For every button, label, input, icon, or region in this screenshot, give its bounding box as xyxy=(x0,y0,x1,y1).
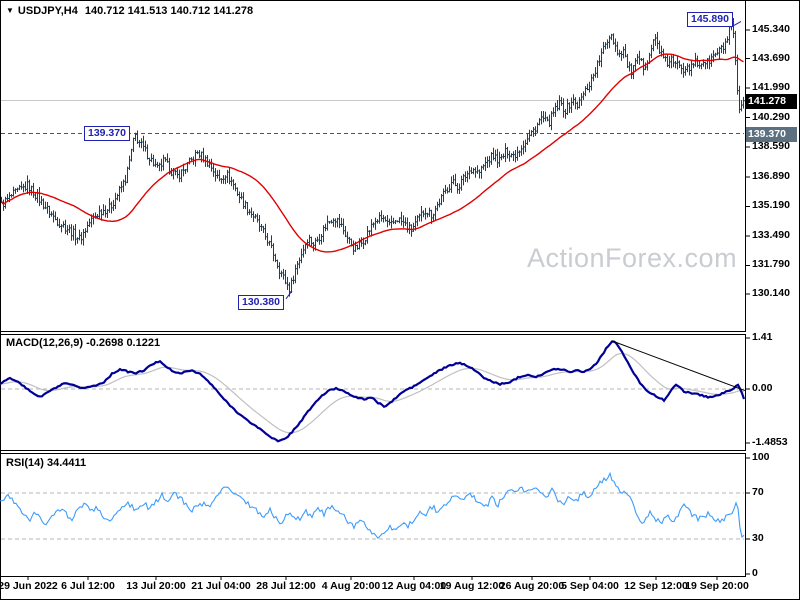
rsi-line xyxy=(0,471,745,540)
annotation-low-130380: 130.380 xyxy=(238,294,284,310)
symbol-header: ▼ USDJPY,H4 140.712 141.513 140.712 141.27… xyxy=(6,5,253,17)
x-axis-label: 19 Aug 12:00 xyxy=(439,580,505,592)
macd-signal-line xyxy=(0,352,745,434)
y-axis-label: 140.290 xyxy=(752,110,790,123)
chart-canvas xyxy=(0,0,800,600)
ma-line xyxy=(0,53,744,253)
annotation-high-145890: 145.890 xyxy=(687,12,733,28)
y-axis-label: 70 xyxy=(752,485,764,498)
y-axis-label: 0 xyxy=(752,567,758,579)
y-axis-label: 135.190 xyxy=(752,199,790,212)
x-axis-label: 12 Sep 12:00 xyxy=(624,580,688,592)
y-axis-label: 130.140 xyxy=(752,287,790,299)
rsi-indicator-label: RSI(14) 34.4411 xyxy=(6,457,87,469)
y-axis-label: 131.790 xyxy=(752,258,790,271)
current-price-tag: 141.278 xyxy=(746,93,797,109)
macd-line xyxy=(0,340,746,443)
macd-trendline[interactable] xyxy=(611,340,746,392)
chart-window: ▼ USDJPY,H4 140.712 141.513 140.712 141.27… xyxy=(0,0,800,600)
x-axis-label: 4 Aug 20:00 xyxy=(321,580,381,592)
x-axis-label: 29 Jun 2022 xyxy=(0,580,58,592)
x-axis-label: 13 Jul 20:00 xyxy=(126,580,186,592)
y-axis-label: 1.41 xyxy=(752,331,773,343)
symbol-label: USDJPY,H4 xyxy=(17,5,78,17)
watermark: ActionForex.com xyxy=(527,243,738,273)
x-axis-label: 6 Jul 12:00 xyxy=(61,580,115,592)
macd-indicator-label: MACD(12,26,9) -0.2698 0.1221 xyxy=(6,337,161,349)
y-axis-label: 138.590 xyxy=(752,140,790,153)
dropdown-arrow-icon[interactable]: ▼ xyxy=(6,6,14,15)
ohlc-values: 140.712 141.513 140.712 141.278 xyxy=(84,5,254,17)
y-axis-label: 141.990 xyxy=(752,81,790,94)
x-axis-label: 12 Aug 04:00 xyxy=(381,580,447,592)
y-axis-label: 30 xyxy=(752,532,764,545)
y-axis-label: 133.490 xyxy=(752,228,790,241)
x-axis-label: 21 Jul 04:00 xyxy=(191,580,251,592)
y-axis-label: 100 xyxy=(752,451,770,463)
x-axis-label: 5 Sep 04:00 xyxy=(561,580,619,592)
x-axis-label: 19 Sep 20:00 xyxy=(685,580,749,592)
annotation-level-139370: 139.370 xyxy=(84,125,130,141)
y-axis-label: 143.690 xyxy=(752,51,790,64)
y-axis-label: 0.00 xyxy=(752,382,773,395)
x-axis-label: 26 Aug 20:00 xyxy=(499,580,565,592)
y-axis-label: 136.890 xyxy=(752,169,790,182)
y-axis-label: -1.4853 xyxy=(752,436,788,448)
x-axis-label: 28 Jul 12:00 xyxy=(256,580,316,592)
y-axis-label: 145.340 xyxy=(752,23,790,35)
